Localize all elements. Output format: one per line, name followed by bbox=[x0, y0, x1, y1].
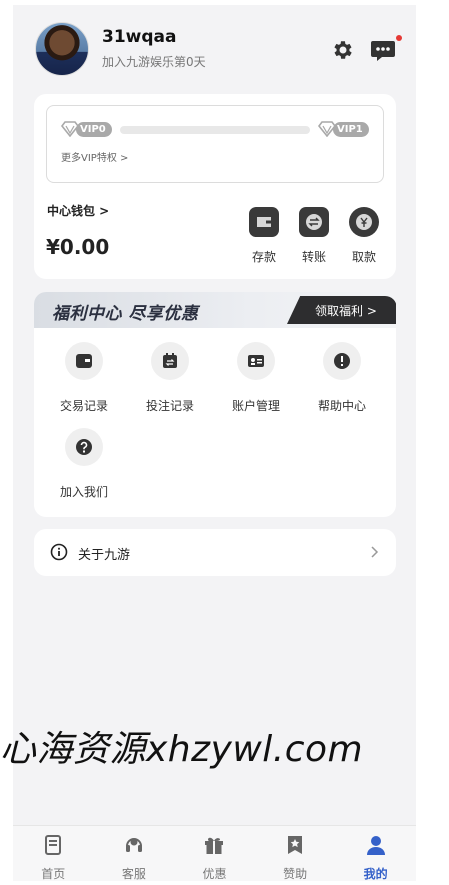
exclamation-icon bbox=[334, 353, 350, 369]
about-row[interactable]: 关于九游 bbox=[34, 529, 396, 576]
welfare-title: 福利中心 尽享优惠 bbox=[52, 304, 199, 324]
icon-circle bbox=[237, 342, 275, 380]
tab-support-label: 客服 bbox=[121, 867, 146, 881]
vip-progress-bar bbox=[120, 126, 310, 134]
gift-icon bbox=[205, 837, 224, 854]
info-icon bbox=[50, 543, 68, 561]
tab-promotions-label: 优惠 bbox=[202, 867, 227, 881]
gear-icon[interactable] bbox=[331, 38, 355, 62]
help-center-item[interactable]: 帮助中心 bbox=[299, 342, 385, 414]
tab-home-label: 首页 bbox=[41, 867, 66, 881]
bookmark-star-icon bbox=[288, 836, 303, 854]
notification-dot bbox=[396, 35, 402, 41]
vip-next-badge: VIP1 bbox=[318, 121, 369, 137]
tab-support[interactable]: 客服 bbox=[94, 826, 175, 881]
icon-circle bbox=[151, 342, 189, 380]
vip-wallet-card: VIP0 VIP1 更多VIP特权 > 中心钱包 > ¥0.00 存款 转账 取… bbox=[34, 94, 396, 279]
icon-circle bbox=[65, 428, 103, 466]
tab-mine[interactable]: 我的 bbox=[335, 826, 416, 881]
joined-days-text: 加入九游娱乐第0天 bbox=[102, 55, 206, 69]
message-icon[interactable] bbox=[370, 37, 396, 63]
calendar-icon bbox=[163, 353, 177, 368]
transfer-button[interactable]: 转账 bbox=[292, 206, 336, 265]
tab-mine-label: 我的 bbox=[363, 867, 388, 881]
yen-icon bbox=[349, 207, 379, 237]
bet-records-item[interactable]: 投注记录 bbox=[127, 342, 213, 414]
id-card-icon bbox=[248, 355, 264, 367]
account-management-item[interactable]: 账户管理 bbox=[213, 342, 299, 414]
icon-circle bbox=[65, 342, 103, 380]
wallet-icon bbox=[76, 354, 92, 368]
claim-welfare-button[interactable]: 领取福利 > bbox=[287, 296, 396, 324]
vip-more-link[interactable]: 更多VIP特权 > bbox=[61, 149, 128, 164]
welfare-header: 福利中心 尽享优惠 领取福利 > bbox=[34, 292, 396, 328]
question-icon bbox=[76, 439, 92, 455]
home-icon bbox=[45, 835, 62, 855]
tab-sponsor[interactable]: 赞助 bbox=[255, 826, 336, 881]
username: 31wqaa bbox=[102, 27, 177, 47]
profile-header: 31wqaa 加入九游娱乐第0天 bbox=[13, 5, 416, 90]
withdraw-button[interactable]: 取款 bbox=[342, 206, 386, 265]
tab-promotions[interactable]: 优惠 bbox=[174, 826, 255, 881]
join-us-item[interactable]: 加入我们 bbox=[41, 428, 127, 500]
chevron-right-icon bbox=[371, 546, 379, 558]
tab-home[interactable]: 首页 bbox=[13, 826, 94, 881]
tab-sponsor-label: 赞助 bbox=[283, 867, 308, 881]
withdraw-label: 取款 bbox=[351, 250, 376, 264]
icon-circle bbox=[323, 342, 361, 380]
deposit-label: 存款 bbox=[251, 250, 276, 264]
vip-next-label: VIP1 bbox=[333, 121, 369, 137]
vip-current-label: VIP0 bbox=[76, 121, 112, 137]
vip-progress-box[interactable]: VIP0 VIP1 更多VIP特权 > bbox=[46, 105, 384, 183]
wallet-title-link[interactable]: 中心钱包 > bbox=[47, 202, 109, 219]
bet-records-label: 投注记录 bbox=[145, 399, 194, 413]
help-center-label: 帮助中心 bbox=[317, 399, 366, 413]
claim-welfare-label: 领取福利 > bbox=[315, 304, 377, 318]
transfer-label: 转账 bbox=[301, 250, 326, 264]
transfer-icon bbox=[299, 207, 329, 237]
transaction-records-item[interactable]: 交易记录 bbox=[41, 342, 127, 414]
join-us-label: 加入我们 bbox=[59, 485, 108, 499]
about-label: 关于九游 bbox=[78, 548, 131, 563]
wallet-icon bbox=[249, 207, 279, 237]
transaction-records-label: 交易记录 bbox=[59, 399, 108, 413]
avatar[interactable] bbox=[35, 22, 89, 76]
watermark-text: 心海资源xhzywl.com bbox=[0, 729, 364, 770]
deposit-button[interactable]: 存款 bbox=[242, 206, 286, 265]
wallet-balance: ¥0.00 bbox=[46, 235, 110, 259]
vip-current-badge: VIP0 bbox=[61, 121, 112, 137]
welfare-center-card: 福利中心 尽享优惠 领取福利 > 交易记录 投注记录 账户管理 帮助中心 加入我… bbox=[34, 292, 396, 517]
headset-icon bbox=[125, 838, 142, 852]
user-icon bbox=[366, 836, 385, 855]
bottom-tab-bar: 首页 客服 优惠 赞助 我的 bbox=[13, 825, 416, 881]
account-management-label: 账户管理 bbox=[231, 399, 280, 413]
